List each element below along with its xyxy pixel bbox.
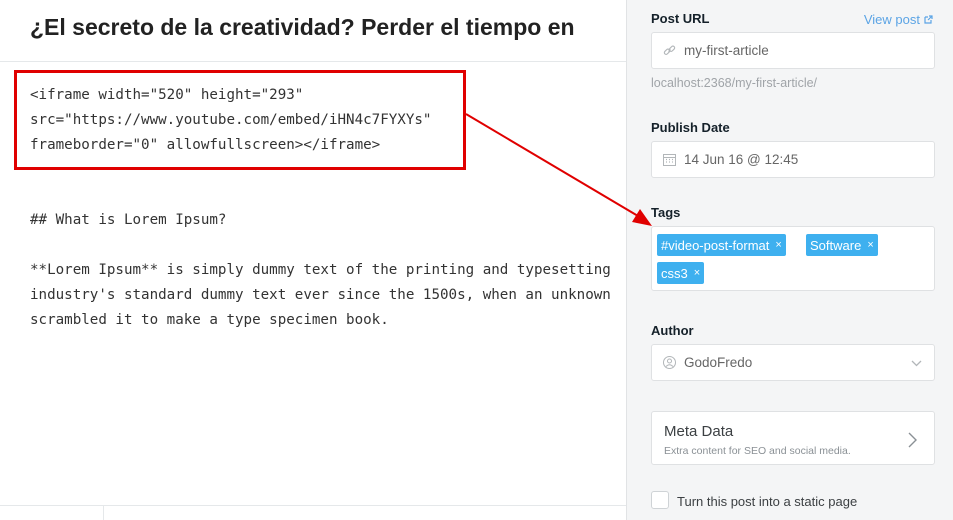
meta-data-title: Meta Data xyxy=(664,423,734,440)
tag-label: #video-post-format xyxy=(661,237,770,253)
tag-label: css3 xyxy=(661,265,688,281)
link-icon xyxy=(663,45,676,55)
static-page-label: Turn this post into a static page xyxy=(677,494,858,509)
author-label: Author xyxy=(651,323,694,338)
markdown-heading[interactable]: ## What is Lorem Ipsum? xyxy=(30,208,226,233)
editor-footer-separator xyxy=(103,506,104,520)
meta-data-button[interactable]: Meta Data Extra content for SEO and soci… xyxy=(651,411,935,465)
title-divider xyxy=(0,61,626,62)
external-link-icon xyxy=(924,15,933,24)
view-post-link[interactable]: View post xyxy=(864,12,933,27)
chevron-right-icon xyxy=(908,432,917,448)
paragraph-line: **Lorem Ipsum** is simply dummy text of … xyxy=(30,262,611,278)
tags-input[interactable]: #video-post-format × Software × css3 × xyxy=(651,226,935,291)
remove-tag-icon[interactable]: × xyxy=(775,239,781,251)
chevron-down-icon xyxy=(911,360,922,367)
annotation-highlight-box xyxy=(14,70,466,170)
editor-footer-divider xyxy=(0,505,626,506)
post-url-input[interactable]: my-first-article xyxy=(651,32,935,69)
publish-date-input[interactable]: 14 Jun 16 @ 12:45 xyxy=(651,141,935,178)
tag-css3[interactable]: css3 × xyxy=(657,262,705,284)
author-value: GodoFredo xyxy=(684,355,753,370)
user-icon xyxy=(663,356,676,369)
remove-tag-icon[interactable]: × xyxy=(867,239,873,251)
post-settings-panel: Post URL View post my-first-article loca… xyxy=(626,0,953,520)
post-url-value: my-first-article xyxy=(684,43,769,58)
post-url-label: Post URL xyxy=(651,11,710,26)
tag-video-post-format[interactable]: #video-post-format × xyxy=(657,234,786,256)
markdown-editor[interactable]: ¿El secreto de la creatividad? Perder el… xyxy=(0,0,626,520)
markdown-paragraph[interactable]: **Lorem Ipsum** is simply dummy text of … xyxy=(30,258,611,333)
publish-date-label: Publish Date xyxy=(651,120,730,135)
post-title-input[interactable]: ¿El secreto de la creatividad? Perder el… xyxy=(30,14,626,41)
author-select[interactable]: GodoFredo xyxy=(651,344,935,381)
post-url-hint: localhost:2368/my-first-article/ xyxy=(651,76,818,90)
paragraph-line: scrambled it to make a type specimen boo… xyxy=(30,312,389,328)
meta-data-subtitle: Extra content for SEO and social media. xyxy=(664,445,851,457)
calendar-icon xyxy=(663,154,676,166)
tag-label: Software xyxy=(810,237,862,253)
tags-label: Tags xyxy=(651,205,681,220)
tag-software[interactable]: Software × xyxy=(806,234,878,256)
paragraph-line: industry's standard dummy text ever sinc… xyxy=(30,287,611,303)
remove-tag-icon[interactable]: × xyxy=(694,267,700,279)
static-page-checkbox[interactable] xyxy=(651,491,669,509)
view-post-label: View post xyxy=(863,12,920,27)
publish-date-value: 14 Jun 16 @ 12:45 xyxy=(684,152,799,167)
